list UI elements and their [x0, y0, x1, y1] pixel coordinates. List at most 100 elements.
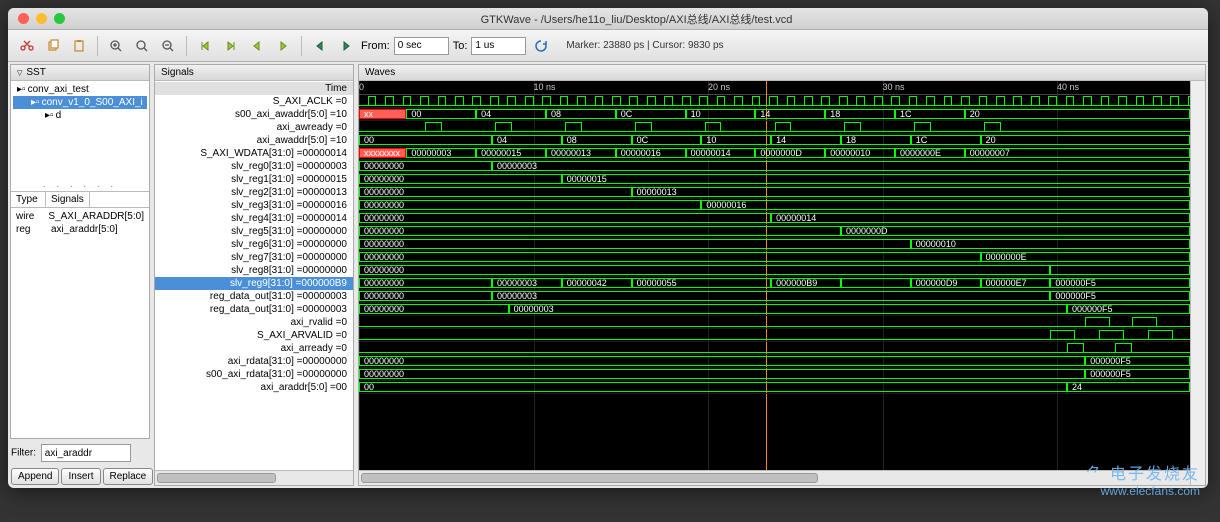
- signal-row[interactable]: slv_reg8[31:0] =00000000: [155, 264, 353, 277]
- signal-row[interactable]: axi_rvalid =0: [155, 316, 353, 329]
- zoom-in-icon[interactable]: [105, 35, 127, 57]
- reload-icon[interactable]: [530, 35, 552, 57]
- bus-segment: 0000000D: [755, 148, 825, 158]
- replace-button[interactable]: Replace: [103, 468, 154, 485]
- prev-edge-icon[interactable]: [246, 35, 268, 57]
- copy-icon[interactable]: [42, 35, 64, 57]
- bus-segment: [841, 278, 911, 288]
- waves-hscroll[interactable]: [359, 470, 1190, 485]
- signal-row[interactable]: axi_araddr[5:0] =00: [155, 381, 353, 394]
- wave-row: [359, 316, 1190, 329]
- bus-segment: 10: [701, 135, 771, 145]
- wave-row: 00000000000000F5: [359, 368, 1190, 381]
- module-icon: ▸▫: [17, 84, 26, 95]
- signal-row[interactable]: axi_awready =0: [155, 121, 353, 134]
- bus-segment: 00000000: [359, 291, 492, 301]
- signal-row[interactable]: slv_reg0[31:0] =00000003: [155, 160, 353, 173]
- signal-row[interactable]: axi_arready =0: [155, 342, 353, 355]
- filter-input[interactable]: [41, 444, 131, 462]
- zoom-fit-icon[interactable]: [131, 35, 153, 57]
- signal-row[interactable]: reg_data_out[31:0] =00000003: [155, 303, 353, 316]
- signal-row[interactable]: S_AXI_ACLK =0: [155, 95, 353, 108]
- signal-row[interactable]: s00_axi_awaddr[5:0] =10: [155, 108, 353, 121]
- bus-segment: 00000015: [562, 174, 1190, 184]
- wave-row: 0024: [359, 381, 1190, 394]
- signal-row[interactable]: slv_reg3[31:0] =00000016: [155, 199, 353, 212]
- signal-row[interactable]: slv_reg5[31:0] =00000000: [155, 225, 353, 238]
- hierarchy-tree[interactable]: ▸▫conv_axi_test▸▫conv_v1_0_S00_AXI_i▸▫d: [11, 81, 149, 181]
- signal-row[interactable]: s00_axi_rdata[31:0] =00000000: [155, 368, 353, 381]
- minimize-icon[interactable]: [36, 13, 47, 24]
- type-column-header[interactable]: Type: [11, 192, 46, 207]
- tree-item[interactable]: ▸▫d: [13, 109, 147, 122]
- wave-row: 0000000000000015: [359, 173, 1190, 186]
- window-controls: [8, 13, 65, 24]
- bus-segment: 00000003: [492, 278, 562, 288]
- nav-forward-icon[interactable]: [335, 35, 357, 57]
- signal-row[interactable]: slv_reg4[31:0] =00000014: [155, 212, 353, 225]
- signal-item[interactable]: wireS_AXI_ARADDR[5:0]: [11, 210, 149, 223]
- insert-button[interactable]: Insert: [61, 468, 100, 485]
- bus-segment: 0C: [632, 135, 702, 145]
- close-icon[interactable]: [18, 13, 29, 24]
- signal-row[interactable]: S_AXI_ARVALID =0: [155, 329, 353, 342]
- bus-segment: 000000F5: [1050, 278, 1190, 288]
- bus-segment: 00000000: [359, 278, 492, 288]
- nav-back-icon[interactable]: [309, 35, 331, 57]
- bus-segment: 20: [981, 135, 1190, 145]
- bus-segment: 00000007: [965, 148, 1190, 158]
- append-button[interactable]: Append: [11, 468, 59, 485]
- bus-segment: 00000000: [359, 304, 509, 314]
- bus-segment: [1050, 265, 1190, 275]
- wave-row: 0004080C1014181C20: [359, 134, 1190, 147]
- waves-vscroll[interactable]: [1190, 81, 1205, 485]
- bus-segment: 00000003: [406, 148, 476, 158]
- to-input[interactable]: [471, 37, 526, 55]
- signal-row[interactable]: reg_data_out[31:0] =00000003: [155, 290, 353, 303]
- signal-item[interactable]: regaxi_araddr[5:0]: [11, 223, 149, 236]
- wave-row: xxxxxxxx00000003000000150000001300000016…: [359, 147, 1190, 160]
- bus-segment: 00000000: [359, 161, 492, 171]
- signal-row[interactable]: axi_awaddr[5:0] =10: [155, 134, 353, 147]
- signal-row[interactable]: slv_reg1[31:0] =00000015: [155, 173, 353, 186]
- from-input[interactable]: [394, 37, 449, 55]
- signal-row[interactable]: slv_reg6[31:0] =00000000: [155, 238, 353, 251]
- watermark: ⺈ 电子发烧友 www.elecfans.com: [1086, 460, 1200, 498]
- tree-item[interactable]: ▸▫conv_axi_test: [13, 83, 147, 96]
- sst-panel: ▽SST ▸▫conv_axi_test▸▫conv_v1_0_S00_AXI_…: [10, 64, 150, 439]
- bus-segment: 0000000E: [895, 148, 965, 158]
- bus-segment: 08: [562, 135, 632, 145]
- paste-icon[interactable]: [68, 35, 90, 57]
- zoom-out-icon[interactable]: [157, 35, 179, 57]
- time-row: Time: [155, 82, 353, 95]
- window-title: GTKWave - /Users/he11o_liu/Desktop/AXI总线…: [65, 11, 1208, 27]
- go-end-icon[interactable]: [220, 35, 242, 57]
- bus-segment: 10: [686, 109, 756, 119]
- bus-segment: 00000014: [686, 148, 756, 158]
- wave-row: 0000000000000016: [359, 199, 1190, 212]
- signals-column-header[interactable]: Signals: [46, 192, 90, 207]
- tree-item[interactable]: ▸▫conv_v1_0_S00_AXI_i: [13, 96, 147, 109]
- signal-row[interactable]: slv_reg2[31:0] =00000013: [155, 186, 353, 199]
- bus-segment: 00000000: [359, 356, 1085, 366]
- signal-row[interactable]: slv_reg7[31:0] =00000000: [155, 251, 353, 264]
- bus-segment: 00000000: [359, 265, 1050, 275]
- next-edge-icon[interactable]: [272, 35, 294, 57]
- drag-handle[interactable]: · · · · · ·: [11, 181, 149, 191]
- toolbar: From: To: Marker: 23880 ps | Cursor: 983…: [8, 30, 1208, 62]
- bus-segment: 00000000: [359, 174, 562, 184]
- waveform-canvas[interactable]: 010 ns20 ns30 ns40 nsxx0004080C1014181C2…: [359, 81, 1190, 470]
- bus-segment: 000000F5: [1067, 304, 1190, 314]
- cut-icon[interactable]: [16, 35, 38, 57]
- module-icon: ▸▫: [31, 97, 40, 108]
- signal-row[interactable]: axi_rdata[31:0] =00000000: [155, 355, 353, 368]
- go-start-icon[interactable]: [194, 35, 216, 57]
- bus-segment: 00000003: [509, 304, 1067, 314]
- signal-row[interactable]: slv_reg9[31:0] =000000B9: [155, 277, 353, 290]
- signals-hscroll[interactable]: [155, 470, 353, 485]
- signal-row[interactable]: S_AXI_WDATA[31:0] =00000014: [155, 147, 353, 160]
- signal-names[interactable]: TimeS_AXI_ACLK =0s00_axi_awaddr[5:0] =10…: [155, 81, 353, 470]
- module-icon: ▸▫: [45, 110, 54, 121]
- zoom-icon[interactable]: [54, 13, 65, 24]
- wave-row: [359, 95, 1190, 108]
